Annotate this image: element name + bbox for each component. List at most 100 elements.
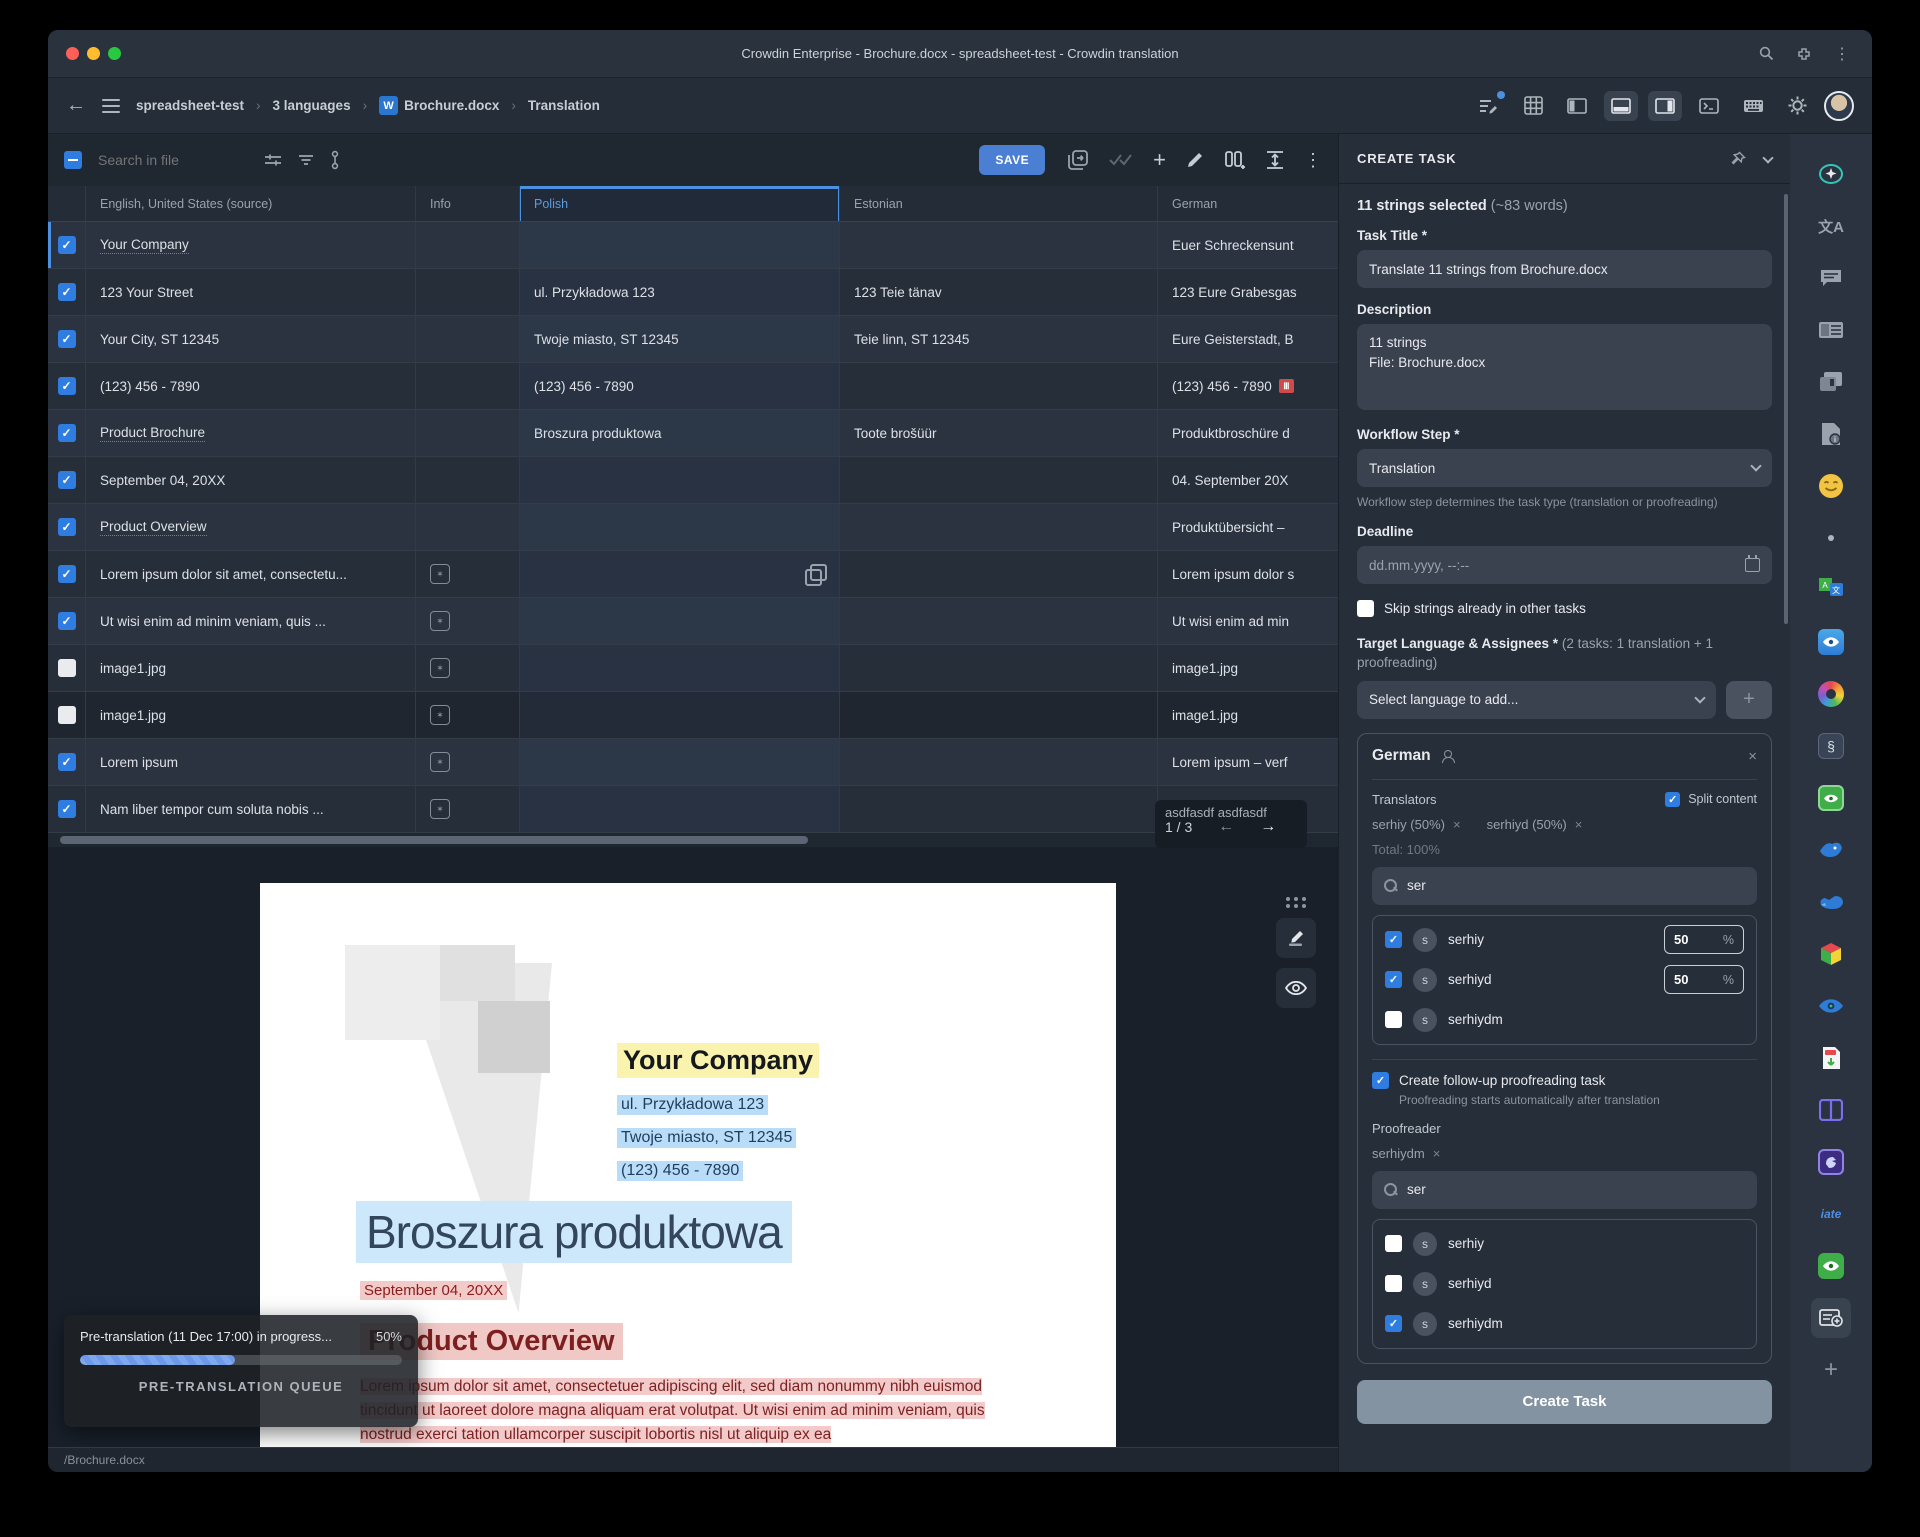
- user-checkbox[interactable]: [1385, 971, 1402, 988]
- translator-search[interactable]: [1372, 867, 1757, 905]
- menu-icon[interactable]: [102, 99, 120, 113]
- add-language-button[interactable]: +: [1726, 681, 1772, 719]
- pretranslation-toast[interactable]: Pre-translation (11 Dec 17:00) in progre…: [64, 1315, 418, 1427]
- table-row[interactable]: Product Brochure Broszura produktowa Too…: [48, 410, 1338, 457]
- deadline-input[interactable]: dd.mm.yyyy, --:--: [1357, 546, 1772, 584]
- row-checkbox[interactable]: [58, 565, 76, 583]
- proofreader-chip[interactable]: serhiydm×: [1372, 1146, 1440, 1161]
- user-checkbox[interactable]: [1385, 1275, 1402, 1292]
- table-row[interactable]: Ut wisi enim ad minim veniam, quis ... ✶…: [48, 598, 1338, 645]
- sort-handle-icon[interactable]: [330, 150, 340, 170]
- save-button[interactable]: SAVE: [979, 145, 1045, 175]
- table-row[interactable]: Lorem ipsum dolor sit amet, consectetu..…: [48, 551, 1338, 598]
- legal-section-icon[interactable]: §: [1811, 726, 1851, 766]
- zoom-window-button[interactable]: [108, 47, 121, 60]
- skip-strings-row[interactable]: Skip strings already in other tasks: [1357, 600, 1772, 617]
- breadcrumb-file[interactable]: WBrochure.docx: [379, 96, 499, 115]
- eye-app-icon[interactable]: [1811, 986, 1851, 1026]
- create-task-button[interactable]: Create Task: [1357, 1380, 1772, 1424]
- green-review-icon[interactable]: [1811, 778, 1851, 818]
- comments-icon[interactable]: [1811, 258, 1851, 298]
- user-checkbox[interactable]: [1385, 1315, 1402, 1332]
- table-row[interactable]: Your City, ST 12345 Twoje miasto, ST 123…: [48, 316, 1338, 363]
- browser-menu-icon[interactable]: ⋮: [1834, 44, 1850, 64]
- row-checkbox[interactable]: [58, 471, 76, 489]
- proofreader-row[interactable]: s serhiyd: [1385, 1264, 1744, 1304]
- emoji-icon[interactable]: [1811, 466, 1851, 506]
- approve-all-icon[interactable]: [1109, 153, 1133, 167]
- table-row[interactable]: September 04, 20XX 04. September 20X: [48, 457, 1338, 504]
- color-wheel-icon[interactable]: [1811, 674, 1851, 714]
- calendar-icon[interactable]: [1745, 558, 1760, 572]
- followup-row[interactable]: Create follow-up proofreading task: [1372, 1072, 1757, 1089]
- edit-icon[interactable]: [1186, 151, 1204, 169]
- user-checkbox[interactable]: [1385, 931, 1402, 948]
- string-context-icon[interactable]: ✶: [430, 705, 450, 725]
- tasks-edit-icon[interactable]: [1472, 91, 1506, 121]
- translator-row[interactable]: s serhiy 50%: [1385, 920, 1744, 960]
- terminal-icon[interactable]: [1692, 91, 1726, 121]
- row-checkbox[interactable]: [58, 330, 76, 348]
- fit-rows-icon[interactable]: [1266, 150, 1284, 170]
- remove-language-icon[interactable]: ×: [1748, 748, 1757, 765]
- column-info[interactable]: Info: [416, 186, 520, 221]
- back-button[interactable]: ←: [66, 94, 86, 117]
- extensions-icon[interactable]: [1796, 46, 1812, 62]
- pin-panel-icon[interactable]: [1730, 151, 1746, 167]
- close-window-button[interactable]: [66, 47, 79, 60]
- toggle-preview-button[interactable]: [1276, 968, 1316, 1008]
- proofreader-row[interactable]: s serhiy: [1385, 1224, 1744, 1264]
- description-textarea[interactable]: 11 strings File: Brochure.docx: [1357, 324, 1772, 410]
- remove-chip-icon[interactable]: ×: [1433, 1146, 1441, 1161]
- add-string-icon[interactable]: +: [1153, 147, 1166, 173]
- pretranslation-queue-link[interactable]: PRE-TRANSLATION QUEUE: [80, 1379, 402, 1394]
- layout-bottom-panel-icon[interactable]: [1604, 91, 1638, 121]
- layout-left-panel-icon[interactable]: [1560, 91, 1594, 121]
- keyboard-shortcuts-icon[interactable]: [1736, 91, 1770, 121]
- microsoft-translator-icon[interactable]: A文: [1811, 570, 1851, 610]
- machine-translation-icon[interactable]: 文A: [1811, 206, 1851, 246]
- browser-search-icon[interactable]: [1759, 46, 1774, 61]
- row-checkbox[interactable]: [58, 659, 76, 677]
- search-input[interactable]: [98, 152, 248, 168]
- proofreader-row[interactable]: s serhiydm: [1385, 1304, 1744, 1344]
- user-avatar[interactable]: [1824, 91, 1854, 121]
- more-dot-icon[interactable]: [1811, 518, 1851, 558]
- iate-logo[interactable]: iate: [1811, 1194, 1851, 1234]
- row-checkbox[interactable]: [58, 377, 76, 395]
- table-row[interactable]: Lorem ipsum ✶ Lorem ipsum – verf: [48, 739, 1338, 786]
- proofreader-search-input[interactable]: [1407, 1182, 1745, 1197]
- task-title-input[interactable]: [1357, 250, 1772, 288]
- table-row[interactable]: Product Overview Produktübersicht –: [48, 504, 1338, 551]
- translator-row[interactable]: s serhiyd 50%: [1385, 960, 1744, 1000]
- string-context-icon[interactable]: ✶: [430, 564, 450, 584]
- column-polish[interactable]: Polish: [520, 186, 840, 221]
- percent-input[interactable]: 50%: [1664, 925, 1744, 954]
- purple-swirl-app-icon[interactable]: [1811, 1142, 1851, 1182]
- table-row[interactable]: Nam liber tempor cum soluta nobis ... ✶: [48, 786, 1338, 833]
- column-german[interactable]: German: [1158, 186, 1338, 221]
- file-context-icon[interactable]: i: [1811, 414, 1851, 454]
- workflow-step-select[interactable]: Translation: [1357, 449, 1772, 487]
- percent-input[interactable]: 50%: [1664, 965, 1744, 994]
- table-row[interactable]: 123 Your Street ul. Przykładowa 123 123 …: [48, 269, 1338, 316]
- followup-checkbox[interactable]: [1372, 1072, 1389, 1089]
- remove-chip-icon[interactable]: ×: [1575, 817, 1583, 832]
- column-source[interactable]: English, United States (source): [86, 186, 416, 221]
- proofreader-search[interactable]: [1372, 1171, 1757, 1209]
- glossary-card-icon[interactable]: [1811, 310, 1851, 350]
- skip-strings-checkbox[interactable]: [1357, 600, 1374, 617]
- traffic-lights[interactable]: [48, 47, 121, 60]
- row-checkbox[interactable]: [58, 800, 76, 818]
- row-checkbox[interactable]: [58, 283, 76, 301]
- row-checkbox[interactable]: [58, 424, 76, 442]
- bird-app-icon[interactable]: [1811, 830, 1851, 870]
- translator-chip[interactable]: serhiy (50%)×: [1372, 817, 1461, 832]
- cube-app-icon[interactable]: [1811, 934, 1851, 974]
- select-language-dropdown[interactable]: Select language to add...: [1357, 681, 1716, 719]
- doc-export-icon[interactable]: [1811, 1038, 1851, 1078]
- row-checkbox[interactable]: [58, 612, 76, 630]
- collapse-panel-icon[interactable]: [1762, 152, 1773, 163]
- watson-eye-icon[interactable]: [1811, 622, 1851, 662]
- remove-chip-icon[interactable]: ×: [1453, 817, 1461, 832]
